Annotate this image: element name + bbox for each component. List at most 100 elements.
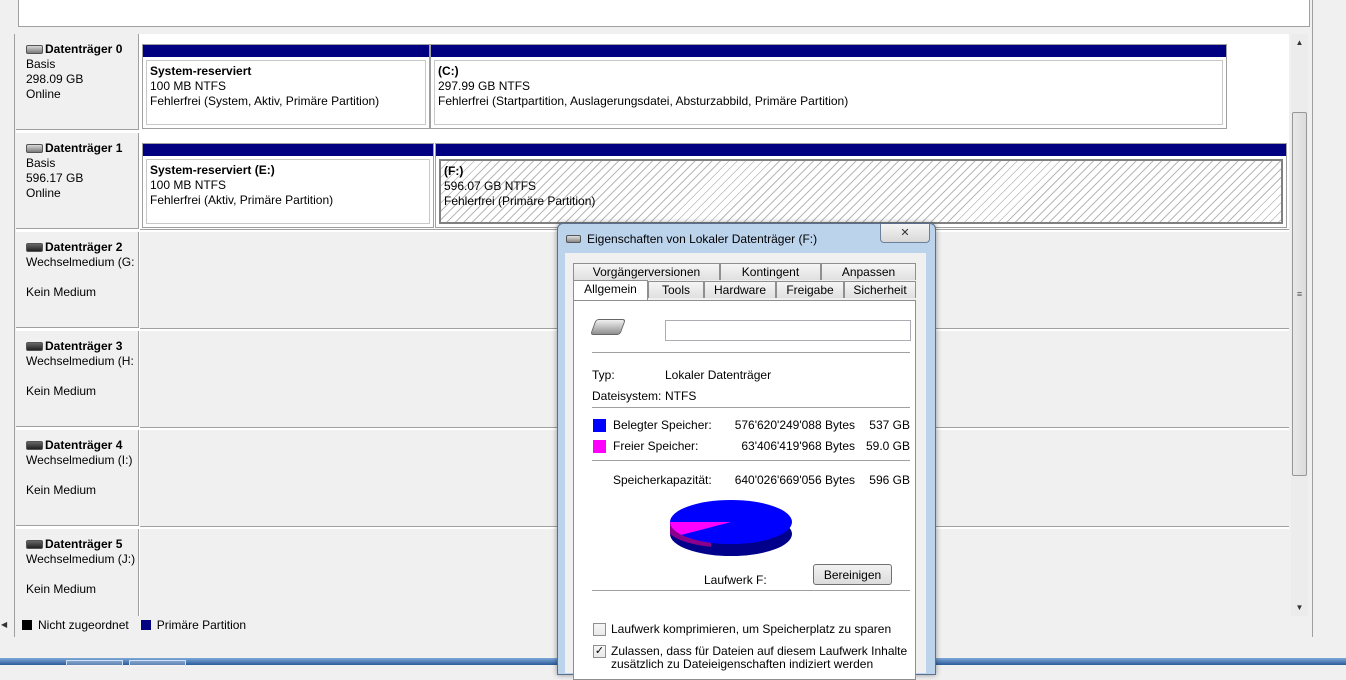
window-divider-left — [14, 34, 15, 637]
drive-name-input[interactable] — [665, 320, 911, 341]
dialog-title-bar[interactable]: Eigenschaften von Lokaler Datenträger (F… — [566, 232, 817, 246]
legend-swatch — [140, 620, 151, 630]
compress-label[interactable]: Laufwerk komprimieren, um Speicherplatz … — [611, 623, 891, 636]
disk-info-3[interactable]: Datenträger 3 Wechselmedium (H: Kein Med… — [16, 331, 139, 427]
cleanup-button[interactable]: Bereinigen — [813, 564, 892, 585]
capacity-bytes: 640'026'669'056 Bytes — [734, 473, 855, 487]
volume-list-pane[interactable] — [18, 0, 1310, 27]
scroll-down-arrow-icon[interactable]: ▼ — [1291, 599, 1308, 616]
partition-bar — [436, 144, 1286, 156]
disk-type: Wechselmedium (G: — [26, 255, 135, 269]
partition-size: 596.07 GB NTFS — [444, 179, 537, 193]
removable-drive-icon — [26, 540, 43, 549]
disk-type: Basis — [26, 156, 56, 170]
tab-anpassen[interactable]: Anpassen — [821, 263, 916, 280]
filesystem-value: NTFS — [665, 389, 697, 403]
disk-info-5[interactable]: Datenträger 5 Wechselmedium (J:) Kein Me… — [16, 529, 139, 616]
removable-drive-icon — [26, 342, 43, 351]
used-space-swatch — [593, 419, 606, 432]
partition-title: (F:) — [444, 164, 464, 178]
partition-status: Fehlerfrei (Aktiv, Primäre Partition) — [150, 193, 334, 207]
partition-bar — [143, 45, 429, 57]
disk-status: Online — [26, 87, 61, 101]
scroll-left-arrow-icon[interactable]: ◀ — [1, 620, 7, 629]
disk-name: Datenträger 4 — [45, 438, 123, 452]
partition-status: Fehlerfrei (Startpartition, Auslagerungs… — [438, 94, 849, 108]
hard-disk-icon — [26, 144, 43, 153]
disk-status: Online — [26, 186, 61, 200]
legend-swatch — [22, 620, 32, 630]
tab-kontingent[interactable]: Kontingent — [720, 263, 821, 280]
drive-icon — [566, 235, 581, 243]
tab-tools[interactable]: Tools — [648, 281, 704, 298]
disk-name: Datenträger 5 — [45, 537, 123, 551]
disk-info-0[interactable]: Datenträger 0 Basis 298.09 GB Online — [16, 34, 139, 130]
tab-hardware[interactable]: Hardware — [704, 281, 776, 298]
tab-panel-allgemein: Typ: Lokaler Datenträger Dateisystem: NT… — [573, 300, 916, 680]
disk-status: Kein Medium — [26, 483, 97, 497]
used-space-label: Belegter Speicher: — [613, 418, 712, 432]
disk-type: Wechselmedium (I:) — [26, 453, 133, 467]
partition-system-reserved-e[interactable]: System-reserviert (E:) 100 MB NTFS Fehle… — [142, 143, 434, 228]
free-space-gb: 59.0 GB — [865, 439, 910, 453]
disk-status: Kein Medium — [26, 582, 97, 596]
disk-type: Wechselmedium (J:) — [26, 552, 136, 566]
disk-name: Datenträger 2 — [45, 240, 123, 254]
tab-freigabe[interactable]: Freigabe — [776, 281, 844, 298]
filesystem-label: Dateisystem: — [592, 389, 662, 403]
window-divider — [1312, 0, 1313, 637]
separator — [592, 460, 910, 461]
partition-f-selected[interactable]: (F:) 596.07 GB NTFS Fehlerfrei (Primäre … — [435, 143, 1287, 228]
tab-vorgaengerversionen[interactable]: Vorgängerversionen — [573, 263, 720, 280]
removable-drive-icon — [26, 243, 43, 252]
tab-sicherheit[interactable]: Sicherheit — [844, 281, 916, 298]
hard-drive-icon — [590, 319, 626, 335]
partition-size: 100 MB NTFS — [150, 79, 227, 93]
type-value: Lokaler Datenträger — [665, 368, 772, 382]
disk-size: 298.09 GB — [26, 72, 84, 86]
scroll-up-arrow-icon[interactable]: ▲ — [1291, 34, 1308, 51]
usage-pie-chart — [670, 500, 792, 556]
free-space-bytes: 63'406'419'968 Bytes — [741, 439, 855, 453]
compress-checkbox[interactable] — [593, 623, 606, 636]
dialog-client-area: Vorgängerversionen Kontingent Anpassen A… — [565, 253, 926, 680]
drive-letter-label: Laufwerk F: — [704, 573, 767, 587]
disk-name: Datenträger 1 — [45, 141, 123, 155]
close-button[interactable]: ✕ — [880, 224, 930, 243]
properties-dialog[interactable]: Eigenschaften von Lokaler Datenträger (F… — [557, 223, 936, 680]
tab-allgemein[interactable]: Allgemein — [573, 280, 648, 300]
legend: Nicht zugeordnet Primäre Partition — [22, 617, 258, 633]
partition-title: System-reserviert (E:) — [150, 163, 275, 177]
partition-status: Fehlerfrei (Primäre Partition) — [444, 194, 596, 208]
capacity-gb: 596 GB — [869, 473, 910, 487]
type-label: Typ: — [592, 368, 615, 382]
separator — [592, 590, 910, 591]
dialog-title: Eigenschaften von Lokaler Datenträger (F… — [587, 232, 818, 246]
taskbar-button[interactable] — [129, 660, 186, 666]
disk-size: 596.17 GB — [26, 171, 84, 185]
disk-info-2[interactable]: Datenträger 2 Wechselmedium (G: Kein Med… — [16, 232, 139, 328]
disk-type: Basis — [26, 57, 56, 71]
legend-item-primary: Primäre Partition — [140, 618, 247, 632]
partition-bar — [431, 45, 1226, 57]
hard-disk-icon — [26, 45, 43, 54]
legend-label: Primäre Partition — [156, 618, 247, 632]
partition-c[interactable]: (C:) 297.99 GB NTFS Fehlerfrei (Startpar… — [430, 44, 1227, 129]
vertical-scrollbar[interactable]: ▲ ≡ ▼ — [1291, 34, 1308, 616]
disk-info-4[interactable]: Datenträger 4 Wechselmedium (I:) Kein Me… — [16, 430, 139, 526]
taskbar-button[interactable] — [66, 660, 123, 666]
partition-system-reserved-0[interactable]: System-reserviert 100 MB NTFS Fehlerfrei… — [142, 44, 430, 129]
scroll-thumb[interactable]: ≡ — [1292, 112, 1307, 476]
removable-drive-icon — [26, 441, 43, 450]
partition-title: System-reserviert — [150, 64, 252, 78]
disk-row-0[interactable]: Datenträger 0 Basis 298.09 GB Online Sys… — [16, 34, 1289, 132]
disk-info-1[interactable]: Datenträger 1 Basis 596.17 GB Online — [16, 133, 139, 229]
disk-name: Datenträger 0 — [45, 42, 123, 56]
disk-status: Kein Medium — [26, 384, 97, 398]
disk-status: Kein Medium — [26, 285, 97, 299]
legend-label: Nicht zugeordnet — [38, 618, 129, 632]
partition-title: (C:) — [438, 64, 459, 78]
index-checkbox[interactable]: ✓ — [593, 645, 606, 658]
disk-row-1[interactable]: Datenträger 1 Basis 596.17 GB Online Sys… — [16, 133, 1289, 231]
partition-bar — [143, 144, 433, 156]
